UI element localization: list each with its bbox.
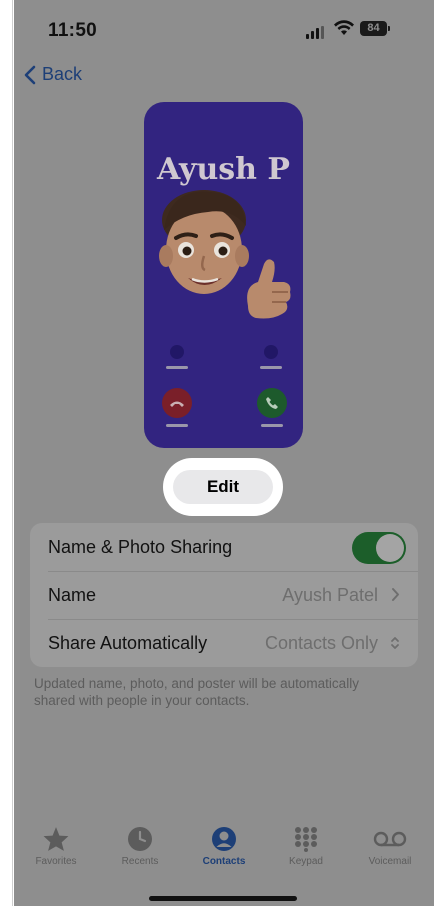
toggle-knob	[376, 534, 404, 562]
back-button[interactable]: Back	[24, 64, 82, 85]
mini-bar-left	[166, 366, 188, 369]
settings-group: Name & Photo Sharing Name Ayush Patel Sh…	[30, 523, 418, 667]
edit-button[interactable]: Edit	[173, 470, 273, 504]
name-value: Ayush Patel	[282, 585, 378, 605]
screenshot-border	[12, 0, 13, 906]
voicemail-mini-icon	[264, 345, 278, 359]
battery-icon: 84	[360, 21, 387, 36]
star-icon	[43, 827, 69, 851]
tab-label: Voicemail	[368, 856, 412, 867]
tab-favorites[interactable]: Favorites	[16, 818, 96, 867]
signal-icon	[306, 26, 324, 39]
tab-label: Recents	[121, 856, 159, 867]
tab-recents[interactable]: Recents	[100, 818, 180, 867]
tab-label: Contacts	[202, 856, 246, 867]
home-indicator	[149, 896, 297, 901]
clock-icon	[128, 827, 152, 851]
share-automatically-label: Share Automatically	[48, 633, 208, 653]
tab-voicemail[interactable]: Voicemail	[350, 818, 430, 867]
phone-screen: 11:50 84 Back Ayush P Edit Name & Photo …	[14, 0, 434, 906]
chevron-right-icon	[392, 588, 399, 601]
call-bar-right	[261, 424, 283, 427]
share-automatically-row[interactable]: Share Automatically Contacts Only	[30, 619, 418, 667]
name-photo-sharing-label: Name & Photo Sharing	[48, 537, 233, 557]
person-circle-icon	[212, 827, 236, 851]
tab-bar: Favorites Recents Contacts Keypad Voicem…	[14, 818, 434, 878]
wifi-icon	[334, 20, 354, 35]
battery-tip	[388, 26, 390, 31]
status-time: 11:50	[48, 20, 98, 41]
accept-call-icon	[257, 388, 287, 418]
tab-contacts[interactable]: Contacts	[184, 818, 264, 867]
tab-keypad[interactable]: Keypad	[266, 818, 346, 867]
contact-poster[interactable]: Ayush P	[144, 102, 303, 448]
name-row[interactable]: Name Ayush Patel	[30, 571, 418, 619]
sharing-footer-note: Updated name, photo, and poster will be …	[34, 676, 359, 708]
chevron-left-icon	[24, 65, 36, 84]
tab-label: Keypad	[289, 856, 323, 867]
back-label: Back	[42, 64, 83, 84]
call-bar-left	[166, 424, 188, 427]
name-photo-sharing-row: Name & Photo Sharing	[30, 523, 418, 571]
name-label: Name	[48, 585, 97, 605]
name-photo-sharing-toggle[interactable]	[352, 532, 406, 564]
voicemail-icon	[373, 831, 407, 847]
tab-label: Favorites	[35, 856, 77, 867]
share-automatically-value: Contacts Only	[264, 633, 378, 653]
decline-call-icon	[162, 388, 192, 418]
mini-bar-right	[260, 366, 282, 369]
chevron-up-down-icon	[391, 637, 399, 649]
message-icon	[170, 345, 184, 359]
memoji-thumbs-up-icon	[159, 190, 291, 319]
edit-highlight: Edit	[163, 458, 283, 516]
keypad-icon	[295, 827, 317, 852]
